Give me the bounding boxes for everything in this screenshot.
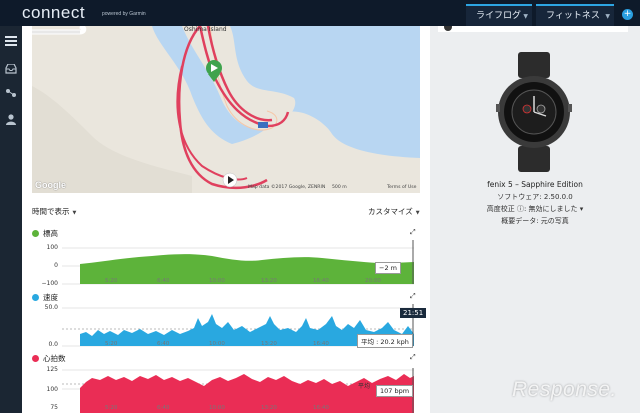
elevation-chart-title: 標高 xyxy=(32,228,58,239)
elevation-legend-dot xyxy=(32,230,39,237)
chevron-down-icon: ▼ xyxy=(72,210,77,216)
cursor-time-badge: 21:51 xyxy=(400,308,427,318)
speed-chart-title: 速度 xyxy=(32,292,58,303)
heart-rate-chart-title: 心拍数 xyxy=(32,353,66,364)
x-tick-label: 16:40 xyxy=(313,341,329,347)
speed-title-text: 速度 xyxy=(43,293,58,302)
x-tick-label: 10:00 xyxy=(209,405,225,411)
tab-lifelog[interactable]: ライフログ ▼ xyxy=(466,4,532,26)
customize-dropdown[interactable]: カスタマイズ ▼ xyxy=(368,206,420,217)
altimeter-calibration[interactable]: 高度校正 ⓘ: 無効にしました ▾ xyxy=(430,204,640,214)
user-icon[interactable] xyxy=(4,114,18,126)
chevron-down-icon: ▼ xyxy=(605,13,610,20)
x-tick-label: 5:20 xyxy=(105,341,118,347)
plus-icon[interactable]: + xyxy=(622,9,633,20)
sidebar xyxy=(0,26,22,413)
x-tick-label: 6:40 xyxy=(157,278,170,284)
menu-icon[interactable] xyxy=(4,36,18,48)
x-tick-label: 5:20 xyxy=(105,278,118,284)
device-software-version: ソフトウェア: 2.50.0.0 xyxy=(497,193,573,201)
map-scale: 500 m xyxy=(332,185,347,190)
heart-rate-y-label: 125 xyxy=(46,366,58,373)
map-island-label: Oshima Island xyxy=(184,26,227,33)
x-tick-label: 10:00 xyxy=(209,341,225,347)
expand-icon[interactable]: ⤢ xyxy=(410,228,416,237)
connections-icon[interactable] xyxy=(4,88,18,100)
map-attribution: Map data ©2017 Google, ZENRIN xyxy=(248,185,326,190)
tab-fitness[interactable]: フィットネス ▼ xyxy=(536,4,614,26)
device-panel: fenix 5 – Sapphire Edition ソフトウェア: 2.50.… xyxy=(430,26,640,413)
customize-label: カスタマイズ xyxy=(368,207,413,216)
chevron-down-icon: ▼ xyxy=(415,210,420,216)
map-drawing xyxy=(32,26,420,193)
google-logo: Google xyxy=(35,180,66,190)
heart-rate-legend-dot xyxy=(32,355,39,362)
map-terms-link[interactable]: Terms of Use xyxy=(387,185,416,190)
elevation-y-label: 0 xyxy=(54,262,58,269)
inbox-icon[interactable] xyxy=(4,63,18,76)
x-tick-label: 10:00 xyxy=(209,278,225,284)
x-tick-label: 13:20 xyxy=(261,278,277,284)
response-watermark: Response. xyxy=(512,378,617,401)
x-tick-label: 16:40 xyxy=(313,405,329,411)
connect-logo[interactable]: connect xyxy=(22,3,85,23)
powered-by-garmin: powered by Garmin xyxy=(102,11,146,17)
heart-rate-y-label: 75 xyxy=(50,404,58,411)
heart-rate-tooltip: 107 bpm xyxy=(376,385,414,397)
x-tick-label: 20:00 xyxy=(365,278,381,284)
speed-y-label: 0.0 xyxy=(48,341,58,348)
elevation-y-label: 100 xyxy=(46,244,58,251)
speed-y-label: 50.0 xyxy=(44,304,58,311)
speed-legend-dot xyxy=(32,294,39,301)
x-tick-label: 6:40 xyxy=(157,405,170,411)
top-navigation-bar: connect powered by Garmin ライフログ ▼ フィットネス… xyxy=(0,0,640,26)
expand-icon[interactable]: ⤢ xyxy=(410,353,416,362)
elevation-tooltip: −2 m xyxy=(375,262,401,274)
tab-lifelog-label: ライフログ xyxy=(476,11,522,21)
x-tick-label: 16:40 xyxy=(313,278,329,284)
chevron-down-icon: ▼ xyxy=(523,13,528,20)
device-card-top xyxy=(438,26,628,32)
x-tick-label: 5:20 xyxy=(105,405,118,411)
route-map[interactable]: Oshima Island Google Map data ©2017 Goog… xyxy=(32,26,420,193)
time-view-label: 時間で表示 xyxy=(32,207,70,216)
expand-icon[interactable]: ⤢ xyxy=(410,292,416,301)
watch-image xyxy=(496,52,572,172)
heart-rate-average-label: 平均 xyxy=(358,383,371,390)
heart-rate-title-text: 心拍数 xyxy=(43,354,66,363)
speed-average-tooltip: 平均 : 20.2 kph xyxy=(357,334,413,348)
device-name: fenix 5 – Sapphire Edition xyxy=(487,180,583,189)
x-tick-label: 13:20 xyxy=(261,405,277,411)
time-view-dropdown[interactable]: 時間で表示 ▼ xyxy=(32,206,76,217)
summary-data-source: 概要データ: 元の写真 xyxy=(501,217,569,225)
elevation-y-label: −100 xyxy=(41,280,58,287)
heart-rate-y-label: 100 xyxy=(46,386,58,393)
x-tick-label: 6:40 xyxy=(157,341,170,347)
elevation-title-text: 標高 xyxy=(43,229,58,238)
tab-fitness-label: フィットネス xyxy=(546,11,600,21)
x-tick-label: 13:20 xyxy=(261,341,277,347)
